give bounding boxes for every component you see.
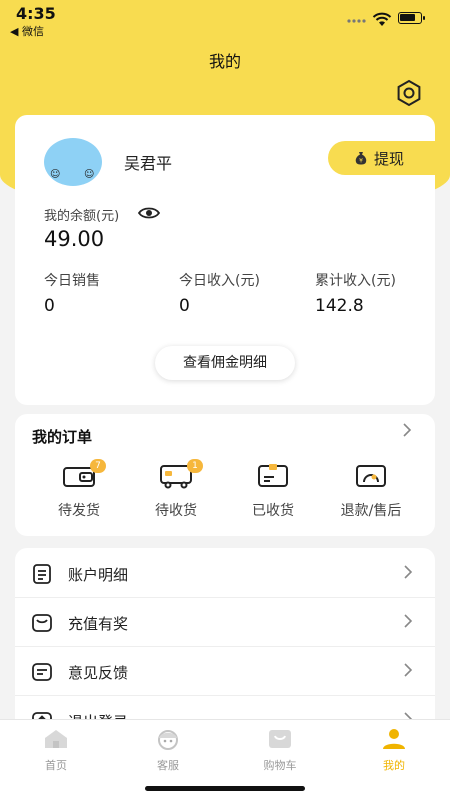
avatar-figure-icon: ☺ — [50, 169, 61, 180]
signal-icon — [347, 19, 366, 23]
order-pending-ship[interactable]: 7 待发货 — [34, 459, 124, 520]
chevron-right-icon — [404, 663, 413, 677]
stat-value: 0 — [44, 296, 55, 316]
tab-home[interactable]: 首页 — [21, 728, 91, 773]
chevron-right-icon[interactable] — [402, 422, 412, 438]
order-pending-receive[interactable]: 1 待收货 — [131, 459, 221, 520]
stat-label: 累计收入(元) — [315, 273, 396, 289]
order-refund-aftersale[interactable]: 退款/售后 — [326, 462, 416, 520]
stat-total-income: 累计收入(元) 142.8 — [315, 270, 396, 316]
menu-item-recharge[interactable]: 充值有奖 — [15, 598, 435, 647]
settings-hexagon-icon[interactable] — [394, 78, 424, 108]
stat-value: 0 — [179, 296, 190, 316]
status-bar: 4:35 ◀ 微信 — [0, 0, 450, 40]
svg-text:¥: ¥ — [359, 158, 363, 165]
menu-label: 账户明细 — [68, 566, 129, 584]
orders-title: 我的订单 — [32, 428, 93, 446]
tab-cart[interactable]: 购物车 — [245, 728, 315, 773]
money-bag-icon: ¥ — [355, 152, 367, 165]
stat-today-sales: 今日销售 0 — [44, 270, 100, 316]
back-to-app-link[interactable]: ◀ 微信 — [10, 23, 44, 39]
withdraw-label: 提现 — [374, 149, 405, 168]
wifi-icon — [372, 12, 392, 26]
order-label: 待收货 — [155, 503, 197, 519]
person-icon — [383, 729, 405, 749]
account-detail-icon — [33, 564, 51, 584]
service-icon — [158, 730, 178, 750]
menu-item-feedback[interactable]: 意见反馈 — [15, 647, 435, 696]
tab-mine[interactable]: 我的 — [359, 728, 429, 773]
order-badge: 7 — [90, 459, 106, 473]
order-received[interactable]: 已收货 — [228, 462, 318, 520]
cart-icon — [269, 730, 291, 748]
chevron-right-icon — [404, 565, 413, 579]
battery-icon — [398, 12, 425, 24]
refund-icon — [356, 465, 386, 487]
menu-label: 意见反馈 — [68, 664, 129, 682]
tab-label: 首页 — [45, 759, 67, 772]
tab-label: 客服 — [157, 759, 179, 772]
view-commission-button[interactable]: 查看佣金明细 — [155, 346, 295, 380]
stat-label: 今日收入(元) — [179, 273, 260, 289]
balance-value: 49.00 — [44, 227, 105, 251]
stat-value: 142.8 — [315, 296, 364, 316]
recharge-icon — [32, 614, 52, 632]
avatar[interactable]: ☺ ☺ — [44, 138, 102, 186]
tab-service[interactable]: 客服 — [133, 728, 203, 773]
card-icon — [258, 464, 288, 487]
avatar-figure-icon: ☺ — [84, 169, 95, 180]
order-badge: 1 — [187, 459, 203, 473]
stat-today-income: 今日收入(元) 0 — [179, 270, 260, 316]
page-title: 我的 — [208, 52, 241, 71]
username: 吴君平 — [124, 154, 173, 173]
chevron-right-icon — [404, 614, 413, 628]
order-label: 待发货 — [58, 503, 100, 519]
order-label: 已收货 — [252, 503, 294, 519]
eye-icon[interactable] — [138, 205, 160, 221]
order-label: 退款/售后 — [340, 503, 402, 519]
balance-label: 我的余额(元) — [44, 209, 120, 224]
home-icon — [45, 730, 67, 748]
menu-item-account-detail[interactable]: 账户明细 — [15, 549, 435, 598]
menu-label: 充值有奖 — [68, 615, 129, 633]
feedback-icon — [32, 663, 52, 681]
tab-label: 我的 — [383, 759, 405, 772]
status-time: 4:35 — [16, 4, 56, 23]
home-indicator — [145, 786, 305, 791]
tab-label: 购物车 — [263, 759, 297, 772]
stat-label: 今日销售 — [44, 273, 100, 289]
withdraw-button[interactable]: ¥ 提现 — [328, 141, 450, 175]
